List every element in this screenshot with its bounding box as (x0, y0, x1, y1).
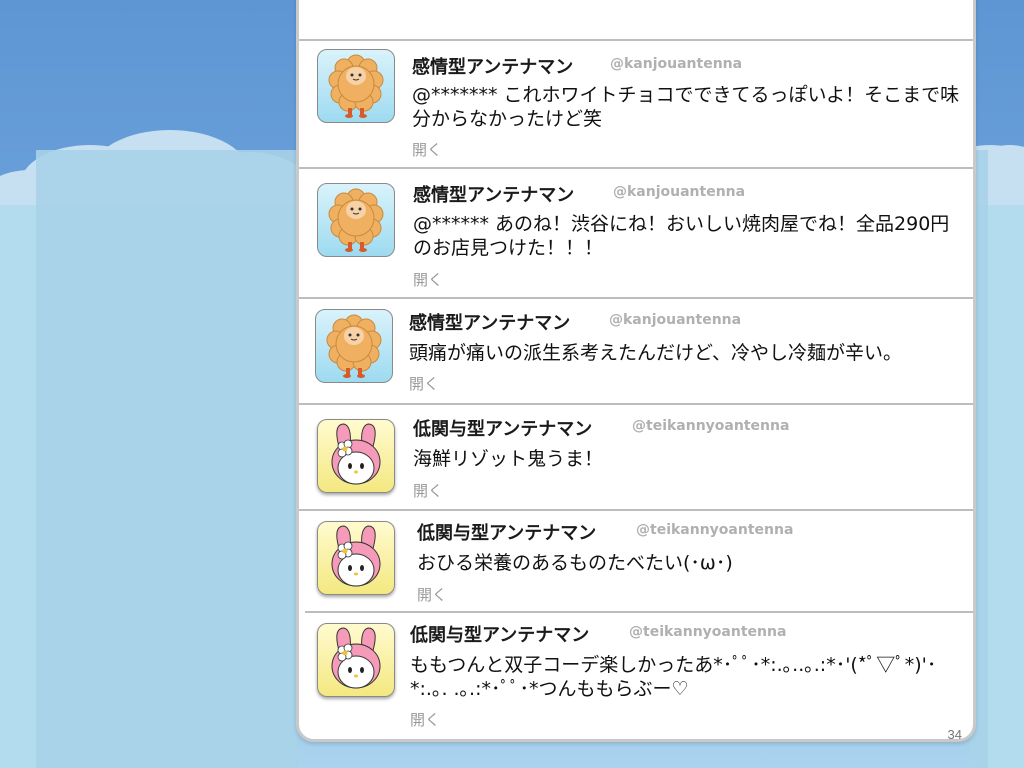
rabbit-mascot-avatar[interactable] (317, 521, 395, 595)
open-link[interactable]: 開く (412, 139, 442, 160)
tweet-item[interactable]: 低関与型アンテナマン @teikannyoantenna おひる栄養のあるものた… (299, 509, 973, 613)
tweet-item[interactable]: 低関与型アンテナマン @teikannyoantenna ももつんと双子コーデ楽… (299, 613, 973, 739)
rabbit-mascot-avatar[interactable] (317, 623, 395, 697)
slide-page-number: 34 (947, 727, 962, 742)
open-link[interactable]: 開く (410, 709, 440, 730)
user-handle[interactable]: @kanjouantenna (613, 184, 745, 200)
tweet-item[interactable]: 感情型アンテナマン @kanjouantenna 頭痛が痛いの派生系考えたんだけ… (299, 297, 973, 403)
user-handle[interactable]: @kanjouantenna (609, 312, 741, 328)
sheep-mascot-avatar[interactable] (317, 183, 395, 257)
tweet-text: @******* これホワイトチョコでできてるっぽいよ！そこまで味分からなかった… (412, 84, 960, 130)
sheep-mascot-avatar[interactable] (317, 49, 395, 123)
rabbit-mascot-avatar[interactable] (317, 419, 395, 493)
open-link[interactable]: 開く (413, 480, 443, 501)
sheep-mascot-avatar[interactable] (315, 309, 393, 383)
user-name[interactable]: 感情型アンテナマン (412, 53, 573, 79)
tweet-item[interactable]: 感情型アンテナマン @kanjouantenna @******* これホワイト… (299, 39, 973, 167)
open-link[interactable]: 開く (409, 373, 439, 394)
rabbit-icon (331, 627, 381, 689)
tweet-text: @****** あのね！渋谷にね！おいしい焼肉屋でね！全品290円のお店見つけた… (413, 213, 950, 259)
open-link[interactable]: 開く (413, 269, 443, 290)
user-name[interactable]: 低関与型アンテナマン (413, 415, 592, 441)
tweet-text: ももつんと双子コーデ楽しかったあ*･ﾟﾟ･*:.｡..｡.:*･'(*ﾟ▽ﾟ*)… (410, 654, 937, 700)
tweet-text: 頭痛が痛いの派生系考えたんだけど、冷やし冷麺が辛い。 (409, 342, 903, 364)
timeline-panel: 感情型アンテナマン @kanjouantenna @******* これホワイト… (296, 0, 976, 742)
user-handle[interactable]: @teikannyoantenna (629, 624, 786, 640)
tweet-item[interactable]: 低関与型アンテナマン @teikannyoantenna 海鮮リゾット鬼うま！ … (299, 403, 973, 509)
user-name[interactable]: 低関与型アンテナマン (410, 621, 589, 647)
user-handle[interactable]: @kanjouantenna (610, 56, 742, 72)
tweet-item[interactable]: 感情型アンテナマン @kanjouantenna @****** あのね！渋谷に… (299, 167, 973, 297)
user-handle[interactable]: @teikannyoantenna (632, 418, 789, 434)
sheep-icon (328, 188, 384, 252)
sheep-icon (326, 314, 382, 378)
rabbit-icon (331, 423, 381, 485)
user-name[interactable]: 低関与型アンテナマン (417, 519, 596, 545)
user-handle[interactable]: @teikannyoantenna (636, 522, 793, 538)
tweet-text: おひる栄養のあるものたべたい(･ω･) (417, 552, 733, 574)
tweet-text: 海鮮リゾット鬼うま！ (413, 448, 604, 470)
open-link[interactable]: 開く (417, 584, 447, 605)
sheep-icon (328, 54, 384, 118)
divider (305, 611, 973, 613)
user-name[interactable]: 感情型アンテナマン (409, 309, 570, 335)
user-name[interactable]: 感情型アンテナマン (413, 181, 574, 207)
rabbit-icon (331, 525, 381, 587)
